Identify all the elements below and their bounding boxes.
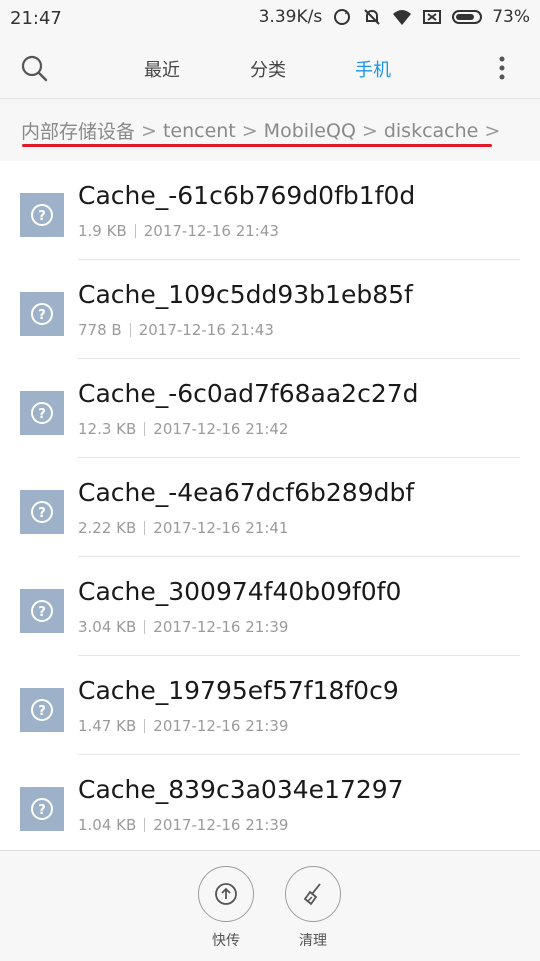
svg-text:?: ?: [38, 308, 46, 323]
file-name: Cache_-6c0ad7f68aa2c27d: [78, 379, 419, 408]
file-date: 2017-12-16 21:42: [153, 420, 289, 438]
breadcrumb-path: 内部存储设备 > tencent > MobileQQ > diskcache …: [21, 117, 506, 144]
bottom-action-bar: 快传 清理: [0, 850, 540, 961]
meta-divider: [134, 224, 136, 238]
file-name: Cache_19795ef57f18f0c9: [78, 676, 399, 705]
file-size: 12.3 KB: [78, 420, 137, 438]
breadcrumb-separator: >: [241, 119, 258, 142]
file-date: 2017-12-16 21:41: [153, 519, 289, 537]
upload-icon: [215, 883, 237, 905]
svg-text:?: ?: [38, 605, 46, 620]
clean-label: 清理: [299, 933, 327, 949]
svg-text:?: ?: [38, 506, 46, 521]
meta-divider: [129, 323, 131, 337]
file-size: 778 B: [78, 321, 122, 339]
file-date: 2017-12-16 21:39: [153, 717, 289, 735]
list-item[interactable]: ? Cache_19795ef57f18f0c9 1.47 KB 2017-12-…: [0, 656, 540, 755]
file-meta: 1.04 KB 2017-12-16 21:39: [78, 816, 288, 834]
file-list: ? Cache_-61c6b769d0fb1f0d 1.9 KB 2017-12-…: [0, 161, 540, 850]
file-name: Cache_-61c6b769d0fb1f0d: [78, 181, 416, 210]
breadcrumb-item-diskcache[interactable]: diskcache: [384, 120, 479, 142]
transfer-circle[interactable]: [198, 866, 254, 922]
file-name: Cache_839c3a034e17297: [78, 775, 404, 804]
wifi-icon: [393, 10, 412, 25]
file-size: 1.9 KB: [78, 222, 127, 240]
status-bar: 21:47 3.39K/s 73%: [0, 0, 540, 38]
list-item[interactable]: ? Cache_-6c0ad7f68aa2c27d 12.3 KB 2017-12…: [0, 359, 540, 458]
unknown-file-icon: ?: [20, 193, 64, 237]
unknown-file-icon: ?: [20, 391, 64, 435]
network-speed: 3.39K/s: [258, 7, 323, 27]
more-options-icon[interactable]: [498, 54, 506, 82]
unknown-file-icon: ?: [20, 292, 64, 336]
file-meta: 12.3 KB 2017-12-16 21:42: [78, 420, 288, 438]
breadcrumb-item-internal-storage[interactable]: 内部存储设备: [21, 117, 135, 144]
breadcrumb-item-mobileqq[interactable]: MobileQQ: [264, 120, 356, 142]
file-date: 2017-12-16 21:43: [138, 321, 274, 339]
meta-divider: [144, 719, 146, 733]
transfer-label: 快传: [212, 933, 240, 949]
list-item[interactable]: ? Cache_300974f40b09f0f0 3.04 KB 2017-12-…: [0, 557, 540, 656]
breadcrumb-separator: >: [484, 119, 501, 142]
svg-text:?: ?: [38, 407, 46, 422]
file-meta: 1.9 KB 2017-12-16 21:43: [78, 222, 279, 240]
broom-icon: [303, 883, 321, 906]
status-time: 21:47: [10, 8, 62, 29]
clean-circle[interactable]: [285, 866, 341, 922]
tab-recent[interactable]: 最近: [144, 56, 180, 82]
file-size: 1.47 KB: [78, 717, 137, 735]
top-toolbar: 最近 分类 手机: [0, 38, 540, 98]
unknown-file-icon: ?: [20, 688, 64, 732]
file-meta: 3.04 KB 2017-12-16 21:39: [78, 618, 288, 636]
highlight-underline: [22, 144, 492, 147]
clean-button[interactable]: 清理: [283, 866, 343, 950]
svg-text:?: ?: [38, 209, 46, 224]
file-meta: 778 B 2017-12-16 21:43: [78, 321, 274, 339]
breadcrumb: 内部存储设备 > tencent > MobileQQ > diskcache …: [0, 98, 540, 161]
mute-bell-icon: [364, 9, 380, 25]
file-name: Cache_109c5dd93b1eb85f: [78, 280, 413, 309]
unknown-file-icon: ?: [20, 589, 64, 633]
file-name: Cache_-4ea67dcf6b289dbf: [78, 478, 415, 507]
unknown-file-icon: ?: [20, 490, 64, 534]
sync-icon: [334, 9, 351, 25]
file-meta: 1.47 KB 2017-12-16 21:39: [78, 717, 288, 735]
tab-phone[interactable]: 手机: [355, 56, 391, 82]
file-date: 2017-12-16 21:39: [153, 816, 289, 834]
battery-percent: 73%: [492, 7, 530, 27]
list-item[interactable]: ? Cache_109c5dd93b1eb85f 778 B 2017-12-16…: [0, 260, 540, 359]
meta-divider: [144, 818, 146, 832]
no-sim-icon: [423, 10, 442, 24]
list-item[interactable]: ? Cache_-61c6b769d0fb1f0d 1.9 KB 2017-12-…: [0, 161, 540, 260]
breadcrumb-separator: >: [141, 119, 157, 142]
list-item[interactable]: ? Cache_-4ea67dcf6b289dbf 2.22 KB 2017-12…: [0, 458, 540, 557]
meta-divider: [144, 521, 146, 535]
file-size: 2.22 KB: [78, 519, 137, 537]
list-item[interactable]: ? Cache_839c3a034e17297 1.04 KB 2017-12-1…: [0, 755, 540, 850]
meta-divider: [144, 620, 146, 634]
battery-icon: [452, 10, 483, 24]
status-right: 3.39K/s 73%: [259, 7, 530, 27]
file-size: 1.04 KB: [78, 816, 137, 834]
file-date: 2017-12-16 21:39: [153, 618, 289, 636]
unknown-file-icon: ?: [20, 787, 64, 831]
file-meta: 2.22 KB 2017-12-16 21:41: [78, 519, 288, 537]
svg-text:?: ?: [38, 704, 46, 719]
tab-category[interactable]: 分类: [250, 56, 286, 82]
breadcrumb-item-tencent[interactable]: tencent: [163, 120, 236, 142]
breadcrumb-separator: >: [361, 119, 378, 142]
transfer-button[interactable]: 快传: [196, 866, 256, 950]
svg-text:?: ?: [38, 803, 46, 818]
file-date: 2017-12-16 21:43: [143, 222, 279, 240]
search-icon[interactable]: [20, 54, 48, 82]
meta-divider: [144, 422, 146, 436]
file-name: Cache_300974f40b09f0f0: [78, 577, 402, 606]
file-size: 3.04 KB: [78, 618, 137, 636]
